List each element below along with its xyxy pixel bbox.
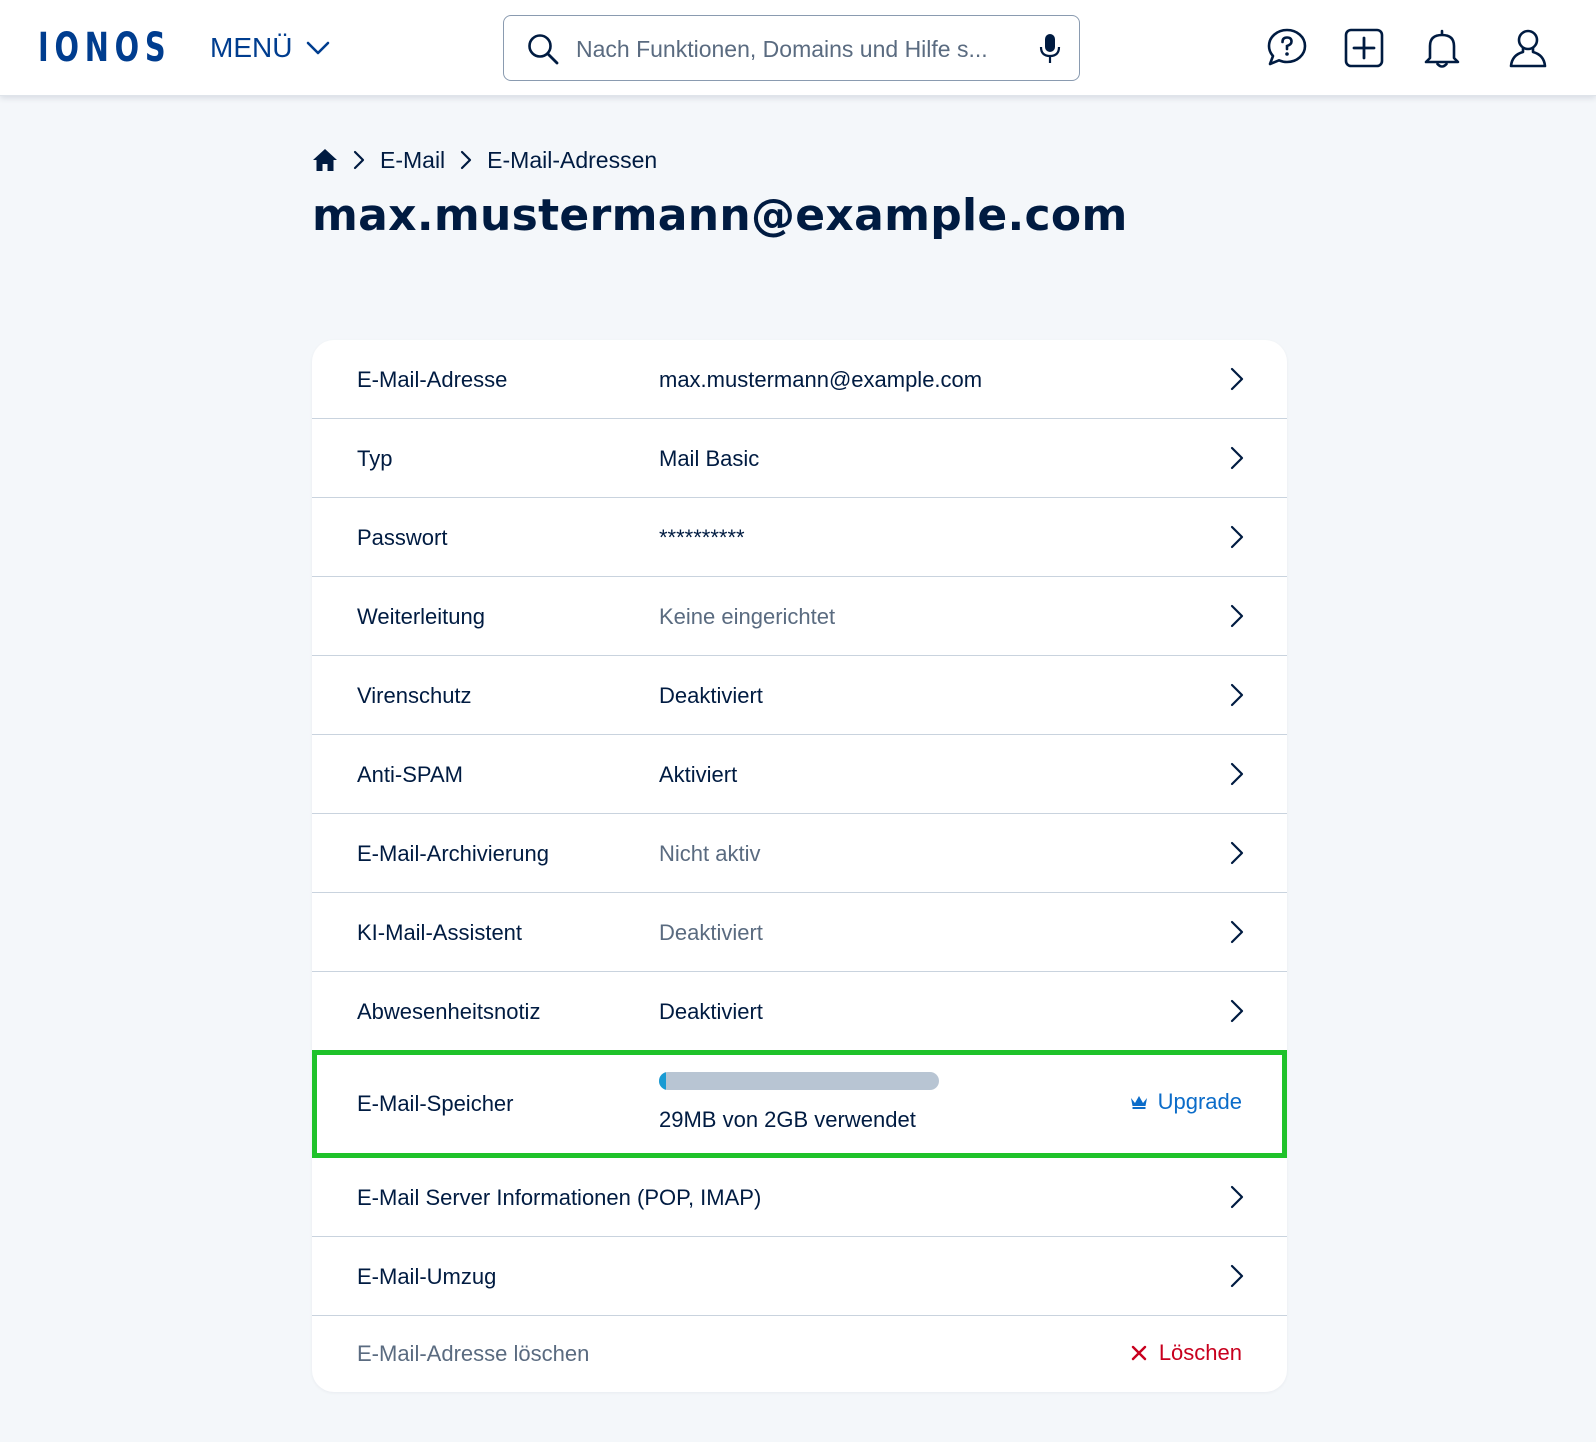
chevron-right-icon: [1230, 920, 1244, 944]
close-icon: [1131, 1345, 1147, 1361]
row-virus-protection[interactable]: Virenschutz Deaktiviert: [312, 656, 1287, 735]
row-value: Mail Basic: [659, 446, 760, 471]
row-label: Virenschutz: [357, 683, 472, 708]
chevron-right-icon: [461, 150, 472, 170]
chevron-right-icon: [1230, 841, 1244, 865]
home-icon[interactable]: [312, 147, 338, 173]
chevron-right-icon: [1230, 446, 1244, 470]
row-email-storage: E-Mail-Speicher 29MB von 2GB verwendet U…: [312, 1050, 1287, 1158]
upgrade-link[interactable]: Upgrade: [1130, 1087, 1242, 1117]
row-email-migration[interactable]: E-Mail-Umzug: [312, 1237, 1287, 1316]
row-label: E-Mail-Adresse: [357, 367, 508, 392]
row-label: Typ: [357, 446, 393, 471]
breadcrumb: E-Mail E-Mail-Adressen: [312, 143, 657, 177]
bell-icon[interactable]: [1420, 26, 1464, 70]
storage-usage-text: 29MB von 2GB verwendet: [659, 1107, 916, 1132]
menu-label: MENÜ: [210, 32, 293, 63]
chevron-right-icon: [1230, 1264, 1244, 1288]
row-ai-mail-assistant[interactable]: KI-Mail-Assistent Deaktiviert: [312, 893, 1287, 972]
top-navigation-bar: IONOS MENÜ: [0, 0, 1596, 96]
chevron-right-icon: [1230, 762, 1244, 786]
row-value: Deaktiviert: [659, 999, 763, 1024]
row-label: E-Mail-Archivierung: [357, 841, 549, 866]
row-email-archiving[interactable]: E-Mail-Archivierung Nicht aktiv: [312, 814, 1287, 893]
row-label: Abwesenheitsnotiz: [357, 999, 541, 1024]
row-value: max.mustermann@example.com: [659, 367, 983, 392]
row-forwarding[interactable]: Weiterleitung Keine eingerichtet: [312, 577, 1287, 656]
row-label: Weiterleitung: [357, 604, 485, 629]
row-label: KI-Mail-Assistent: [357, 920, 523, 945]
row-out-of-office[interactable]: Abwesenheitsnotiz Deaktiviert: [312, 972, 1287, 1051]
add-icon[interactable]: [1342, 26, 1386, 70]
row-email-address[interactable]: E-Mail-Adresse max.mustermann@example.co…: [312, 340, 1287, 419]
chevron-right-icon: [1230, 999, 1244, 1023]
chevron-right-icon: [1230, 604, 1244, 628]
chevron-right-icon: [1230, 367, 1244, 391]
row-anti-spam[interactable]: Anti-SPAM Aktiviert: [312, 735, 1287, 814]
row-value: Keine eingerichtet: [659, 604, 836, 629]
breadcrumb-item-email-addresses[interactable]: E-Mail-Adressen: [487, 147, 657, 174]
chevron-right-icon: [1230, 525, 1244, 549]
help-chat-icon[interactable]: [1265, 26, 1309, 70]
user-icon[interactable]: [1506, 26, 1550, 70]
microphone-icon[interactable]: [1037, 33, 1063, 65]
row-password[interactable]: Passwort **********: [312, 498, 1287, 577]
row-value: **********: [659, 525, 745, 550]
delete-row-label: E-Mail-Adresse löschen: [357, 1341, 590, 1366]
row-value: Deaktiviert: [659, 683, 763, 708]
delete-button-label: Löschen: [1158, 1340, 1242, 1365]
row-type[interactable]: Typ Mail Basic: [312, 419, 1287, 498]
row-label: E-Mail Server Informationen (POP, IMAP): [357, 1185, 762, 1210]
chevron-right-icon: [1230, 1185, 1244, 1209]
storage-progress-bar: [659, 1072, 939, 1090]
search-input[interactable]: [576, 30, 1016, 68]
row-delete-address: E-Mail-Adresse löschen Löschen: [312, 1315, 1287, 1392]
ionos-logo[interactable]: IONOS: [38, 24, 171, 72]
row-value: Aktiviert: [659, 762, 738, 787]
crown-icon: [1130, 1096, 1147, 1109]
row-label: Passwort: [357, 525, 448, 550]
row-label: E-Mail-Speicher: [357, 1091, 514, 1116]
row-value: Deaktiviert: [659, 920, 763, 945]
upgrade-label: Upgrade: [1157, 1089, 1242, 1114]
storage-progress-fill: [659, 1072, 666, 1090]
menu-button[interactable]: MENÜ: [210, 28, 332, 68]
row-label: E-Mail-Umzug: [357, 1264, 497, 1289]
email-settings-card: E-Mail-Adresse max.mustermann@example.co…: [312, 340, 1287, 1392]
chevron-right-icon: [1230, 683, 1244, 707]
chevron-down-icon: [307, 41, 330, 55]
row-label: Anti-SPAM: [357, 762, 463, 787]
delete-button[interactable]: Löschen: [1131, 1337, 1242, 1369]
breadcrumb-item-email[interactable]: E-Mail: [380, 147, 445, 174]
search-icon: [528, 34, 559, 65]
page-title: max.mustermann@example.com: [312, 190, 1128, 241]
chevron-right-icon: [353, 150, 365, 170]
row-value: Nicht aktiv: [659, 841, 761, 866]
row-server-info[interactable]: E-Mail Server Informationen (POP, IMAP): [312, 1158, 1287, 1237]
search-box[interactable]: [503, 15, 1080, 81]
